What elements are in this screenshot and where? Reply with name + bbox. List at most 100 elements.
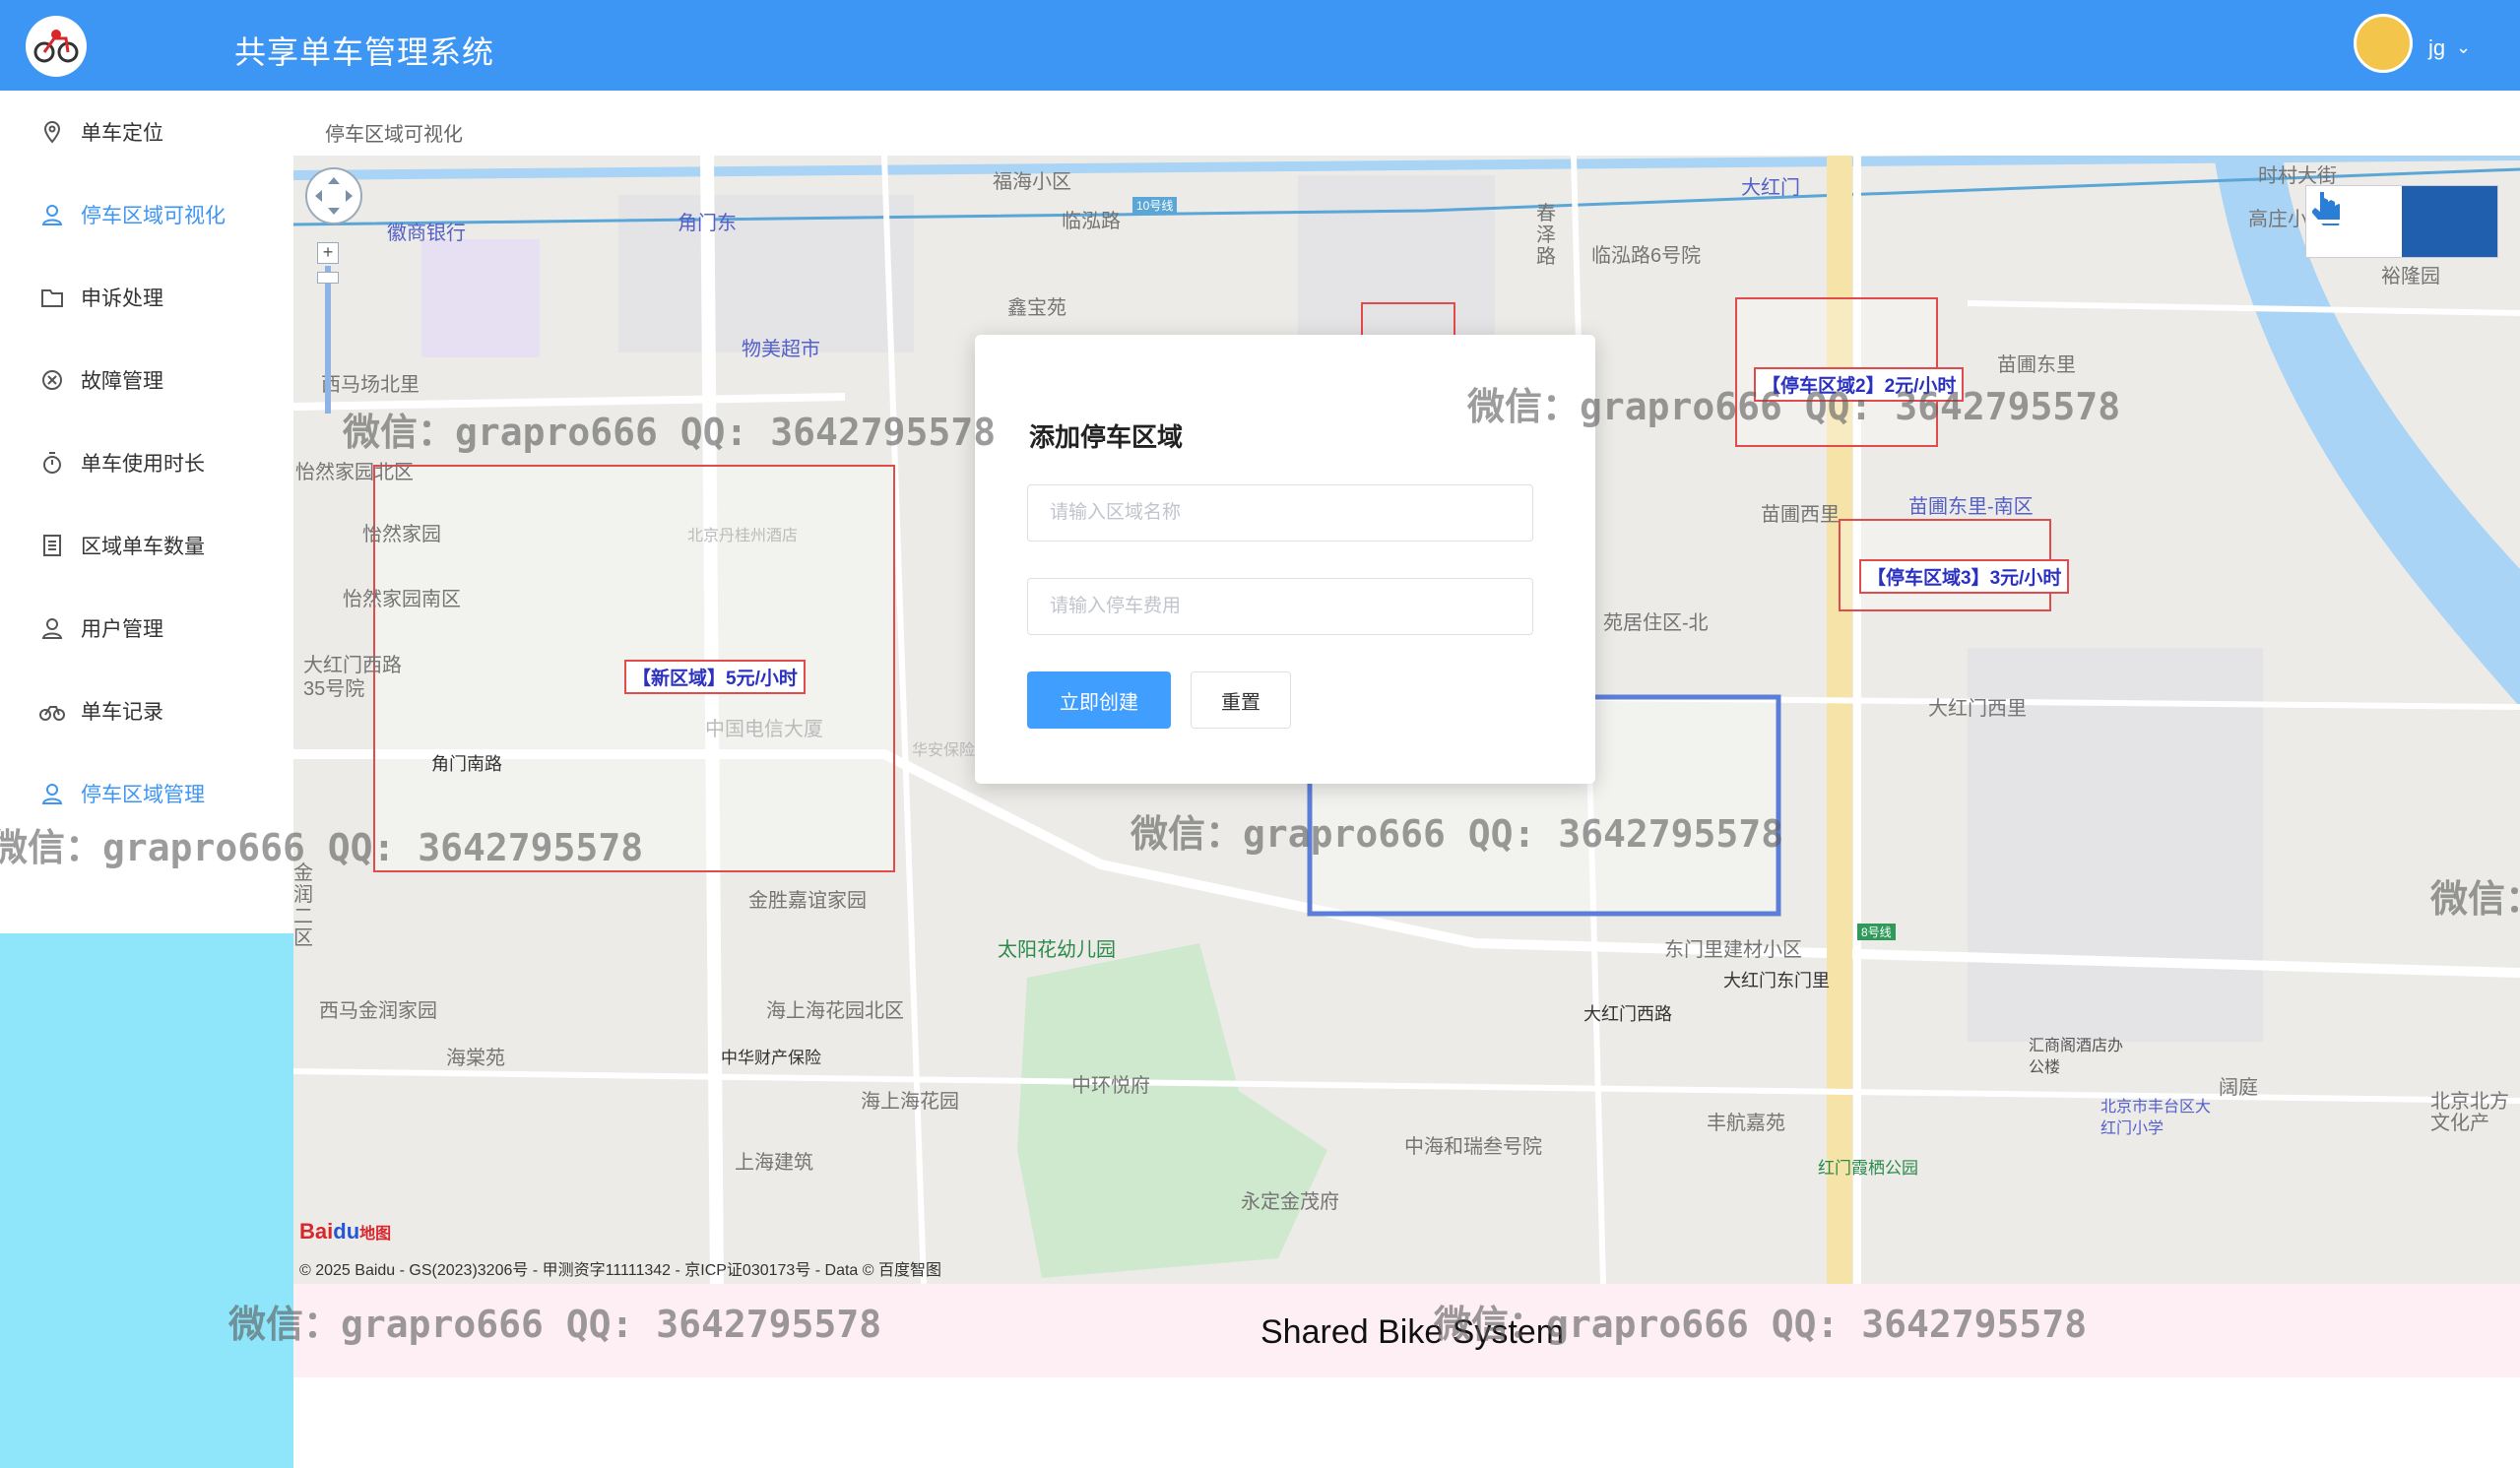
bicycle-icon (39, 698, 65, 724)
map-place-label: 福海小区 (993, 171, 1071, 193)
map-place-label: 西马金润家园 (319, 1000, 437, 1022)
map-place-label: 阔庭 (2219, 1077, 2258, 1099)
map-place-label: 角门南路 (431, 754, 502, 774)
sidebar-item-users[interactable]: 用户管理 (39, 608, 163, 648)
folder-icon (39, 285, 65, 310)
zone-label[interactable]: 【停车区域3】3元/小时 (1859, 559, 2070, 594)
sidebar-item-label: 申诉处理 (81, 287, 163, 310)
map-place-label: 怡然家园 (362, 524, 441, 545)
reset-button[interactable]: 重置 (1191, 671, 1291, 729)
zone-label[interactable]: 【停车区域2】2元/小时 (1754, 367, 1965, 402)
user-avatar[interactable] (2354, 14, 2413, 73)
map-place-label: 中海和瑞叁号院 (1404, 1136, 1542, 1158)
sidebar-item-label: 单车使用时长 (81, 453, 205, 476)
location-pin-icon (39, 119, 65, 145)
map-place-label: 苗圃东里 (1997, 354, 2076, 376)
zone-label[interactable]: 【新区域】5元/小时 (624, 660, 806, 694)
zoom-slider-handle[interactable] (317, 272, 339, 284)
sidebar-item-parking-visualization[interactable]: 停车区域可视化 (39, 195, 226, 234)
map-place-label: 华安保险 (912, 742, 976, 759)
baidu-map-logo: Baidu地图 (299, 1219, 392, 1244)
map-place-label: 大红门西里 (1928, 698, 2027, 720)
footer-text: Shared Bike System (1260, 1313, 1565, 1351)
map-place-label: 怡然家园北区 (295, 462, 414, 483)
map-place-label: 海上海花园 (861, 1091, 959, 1113)
footer: Shared Bike System (293, 1284, 2520, 1377)
metro-line-label: 10号线 (1132, 197, 1178, 214)
parking-fee-input[interactable] (1027, 578, 1533, 635)
map-place-label: 角门东 (678, 213, 737, 234)
map-place-label: 临泓路 (1062, 211, 1121, 232)
sidebar-item-label: 单车记录 (81, 701, 163, 724)
map-place-label: 永定金茂府 (1241, 1191, 1339, 1213)
map-place-label: 北京北方文化产 (2430, 1091, 2509, 1134)
user-name[interactable]: jg (2428, 35, 2445, 61)
map-place-label: 徽商银行 (387, 223, 466, 244)
map-place-label: 东门里建材小区 (1664, 939, 1802, 961)
map-place-label: 大红门东门里 (1723, 971, 1830, 990)
map-place-label: 北京丹桂州酒店 (687, 528, 799, 544)
map-place-label: 太阳花幼儿园 (998, 939, 1116, 961)
map-place-label: 大红门西路 (1583, 1004, 1672, 1024)
map-place-label: 北京市丰台区大红门小学 (2100, 1099, 2212, 1137)
map-place-label: 物美超市 (742, 339, 820, 360)
sidebar-item-label: 停车区域管理 (81, 784, 205, 806)
map-copyright: © 2025 Baidu - GS(2023)3206号 - 甲测资字11111… (299, 1262, 942, 1279)
sidebar: 单车定位 停车区域可视化 申诉处理 故障管理 单车使用时长 区域单车数量 用户管… (0, 91, 293, 1468)
document-icon (39, 533, 65, 558)
close-circle-icon (39, 367, 65, 393)
map-place-label: 上海建筑 (735, 1152, 813, 1174)
map-place-label: 中华财产保险 (721, 1049, 821, 1067)
map-place-label: 海棠苑 (446, 1048, 505, 1069)
zone-name-input[interactable] (1027, 484, 1533, 542)
map-place-label: 苗圃西里 (1761, 504, 1840, 526)
map-place-label: 中国电信大厦 (705, 719, 823, 740)
map-place-label: 金胜嘉谊家园 (748, 890, 867, 912)
user-icon (39, 202, 65, 227)
sidebar-item-label: 区域单车数量 (81, 536, 205, 558)
sidebar-item-label: 用户管理 (81, 618, 163, 641)
map-place-label: 临泓路6号院 (1591, 245, 1702, 267)
map-place-label: 裕隆园 (2381, 266, 2440, 287)
bike-logo-icon[interactable] (26, 16, 87, 77)
draw-rectangle-button[interactable] (2308, 186, 2497, 257)
sidebar-item-usage-duration[interactable]: 单车使用时长 (39, 443, 205, 482)
top-navbar: 共享单车管理系统 jg ⌄ (0, 0, 2520, 91)
map-pan-control[interactable] (305, 167, 362, 224)
user-icon (39, 615, 65, 641)
create-button[interactable]: 立即创建 (1027, 671, 1171, 729)
sidebar-item-zone-bike-count[interactable]: 区域单车数量 (39, 526, 205, 565)
map-place-label: 海上海花园北区 (766, 1000, 904, 1022)
dialog-title: 添加停车区域 (1029, 422, 1184, 452)
app-title: 共享单车管理系统 (234, 34, 495, 70)
map-place-label: 怡然家园南区 (343, 589, 461, 610)
map-zoom-control[interactable]: + (317, 242, 339, 429)
zoom-in-button[interactable]: + (317, 242, 339, 264)
sidebar-item-faults[interactable]: 故障管理 (39, 360, 163, 400)
map-place-label: 汇商阁酒店办公楼 (2029, 1038, 2124, 1076)
sidebar-item-bike-location[interactable]: 单车定位 (39, 112, 163, 152)
map-place-label: 红门霞栖公园 (1818, 1159, 1918, 1178)
rectangle-icon (2308, 188, 2344, 223)
map-place-label: 丰航嘉苑 (1707, 1113, 1785, 1134)
chevron-down-icon[interactable]: ⌄ (2456, 37, 2471, 58)
timer-icon (39, 450, 65, 476)
map-place-label: 金润二区 (293, 862, 313, 949)
metro-line-label: 8号线 (1857, 924, 1896, 940)
sidebar-item-label: 单车定位 (81, 122, 163, 145)
sidebar-item-appeals[interactable]: 申诉处理 (39, 278, 163, 317)
zoom-slider-track[interactable] (325, 266, 331, 414)
drawing-toolbar (2305, 185, 2498, 258)
breadcrumb: 停车区域可视化 (325, 124, 463, 146)
sidebar-item-bike-records[interactable]: 单车记录 (39, 691, 163, 731)
map-place-label: 鑫宝苑 (1007, 297, 1066, 319)
user-icon (39, 781, 65, 806)
map-place-label: 苗圃东里-南区 (1908, 496, 2034, 518)
sidebar-item-label: 停车区域可视化 (81, 205, 226, 227)
map-place-label: 大红门西路35号院 (303, 655, 402, 700)
add-parking-zone-dialog: 添加停车区域 立即创建 重置 (975, 335, 1595, 784)
map-place-label: 苑居住区-北 (1603, 612, 1709, 634)
breadcrumb-bar: 停车区域可视化 (293, 91, 2520, 157)
sidebar-item-parking-management[interactable]: 停车区域管理 (39, 774, 205, 813)
map-place-label: 中环悦府 (1071, 1075, 1150, 1097)
